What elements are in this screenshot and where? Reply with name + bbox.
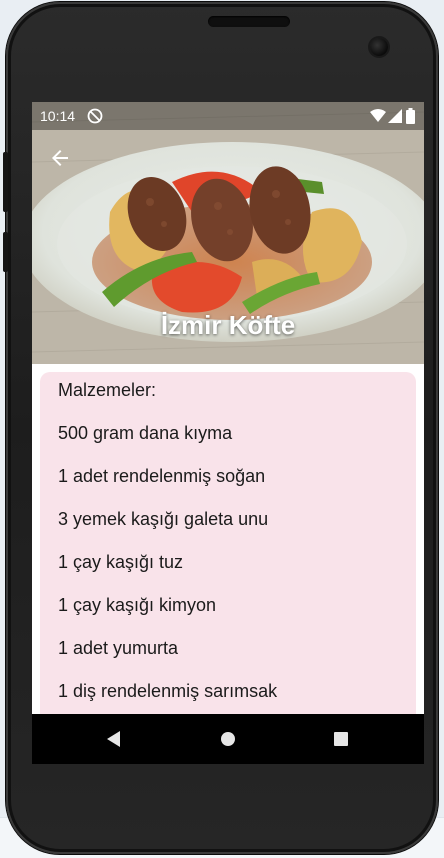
- nav-home-icon[interactable]: [221, 732, 235, 746]
- ingredient-item: 1 adet yumurta: [58, 638, 179, 658]
- do-not-disturb-icon: [87, 108, 103, 124]
- device-screen: 10:14 İzmir Köfte Malzemeler: 500 gram d…: [32, 102, 424, 764]
- ingredient-item: 500 gram dana kıyma: [58, 423, 233, 443]
- phone-frame: 10:14 İzmir Köfte Malzemeler: 500 gram d…: [3, 2, 438, 854]
- nav-back-icon[interactable]: [106, 731, 122, 747]
- ingredient-item: 1 adet rendelenmiş soğan: [58, 466, 266, 486]
- system-navigation-bar: [32, 714, 424, 764]
- arrow-back-icon[interactable]: [48, 146, 72, 170]
- ingredient-item: 1 çay kaşığı tuz: [58, 552, 184, 572]
- ingredient-item: 1 çay kaşığı kimyon: [58, 595, 217, 615]
- ingredients-heading: Malzemeler:: [58, 380, 157, 400]
- volume-button: [3, 152, 8, 212]
- nav-recent-apps-icon[interactable]: [334, 732, 348, 746]
- power-button: [3, 232, 8, 272]
- recipe-title: İzmir Köfte: [160, 310, 296, 340]
- status-bar: 10:14: [32, 102, 424, 130]
- status-time: 10:14: [40, 108, 76, 124]
- ingredient-item: 1 diş rendelenmiş sarımsak: [58, 681, 278, 701]
- ingredient-item: 3 yemek kaşığı galeta unu: [58, 509, 269, 529]
- signal-icon: [388, 109, 402, 123]
- speaker-grille: [208, 16, 290, 27]
- recipe-content-scroll[interactable]: Malzemeler: 500 gram dana kıyma 1 adet r…: [32, 364, 424, 714]
- wifi-icon: [370, 109, 386, 122]
- recipe-hero-image: 10:14 İzmir Köfte: [32, 102, 424, 364]
- front-camera: [370, 38, 388, 56]
- ingredients-card: Malzemeler: 500 gram dana kıyma 1 adet r…: [40, 372, 416, 714]
- battery-icon: [406, 108, 415, 124]
